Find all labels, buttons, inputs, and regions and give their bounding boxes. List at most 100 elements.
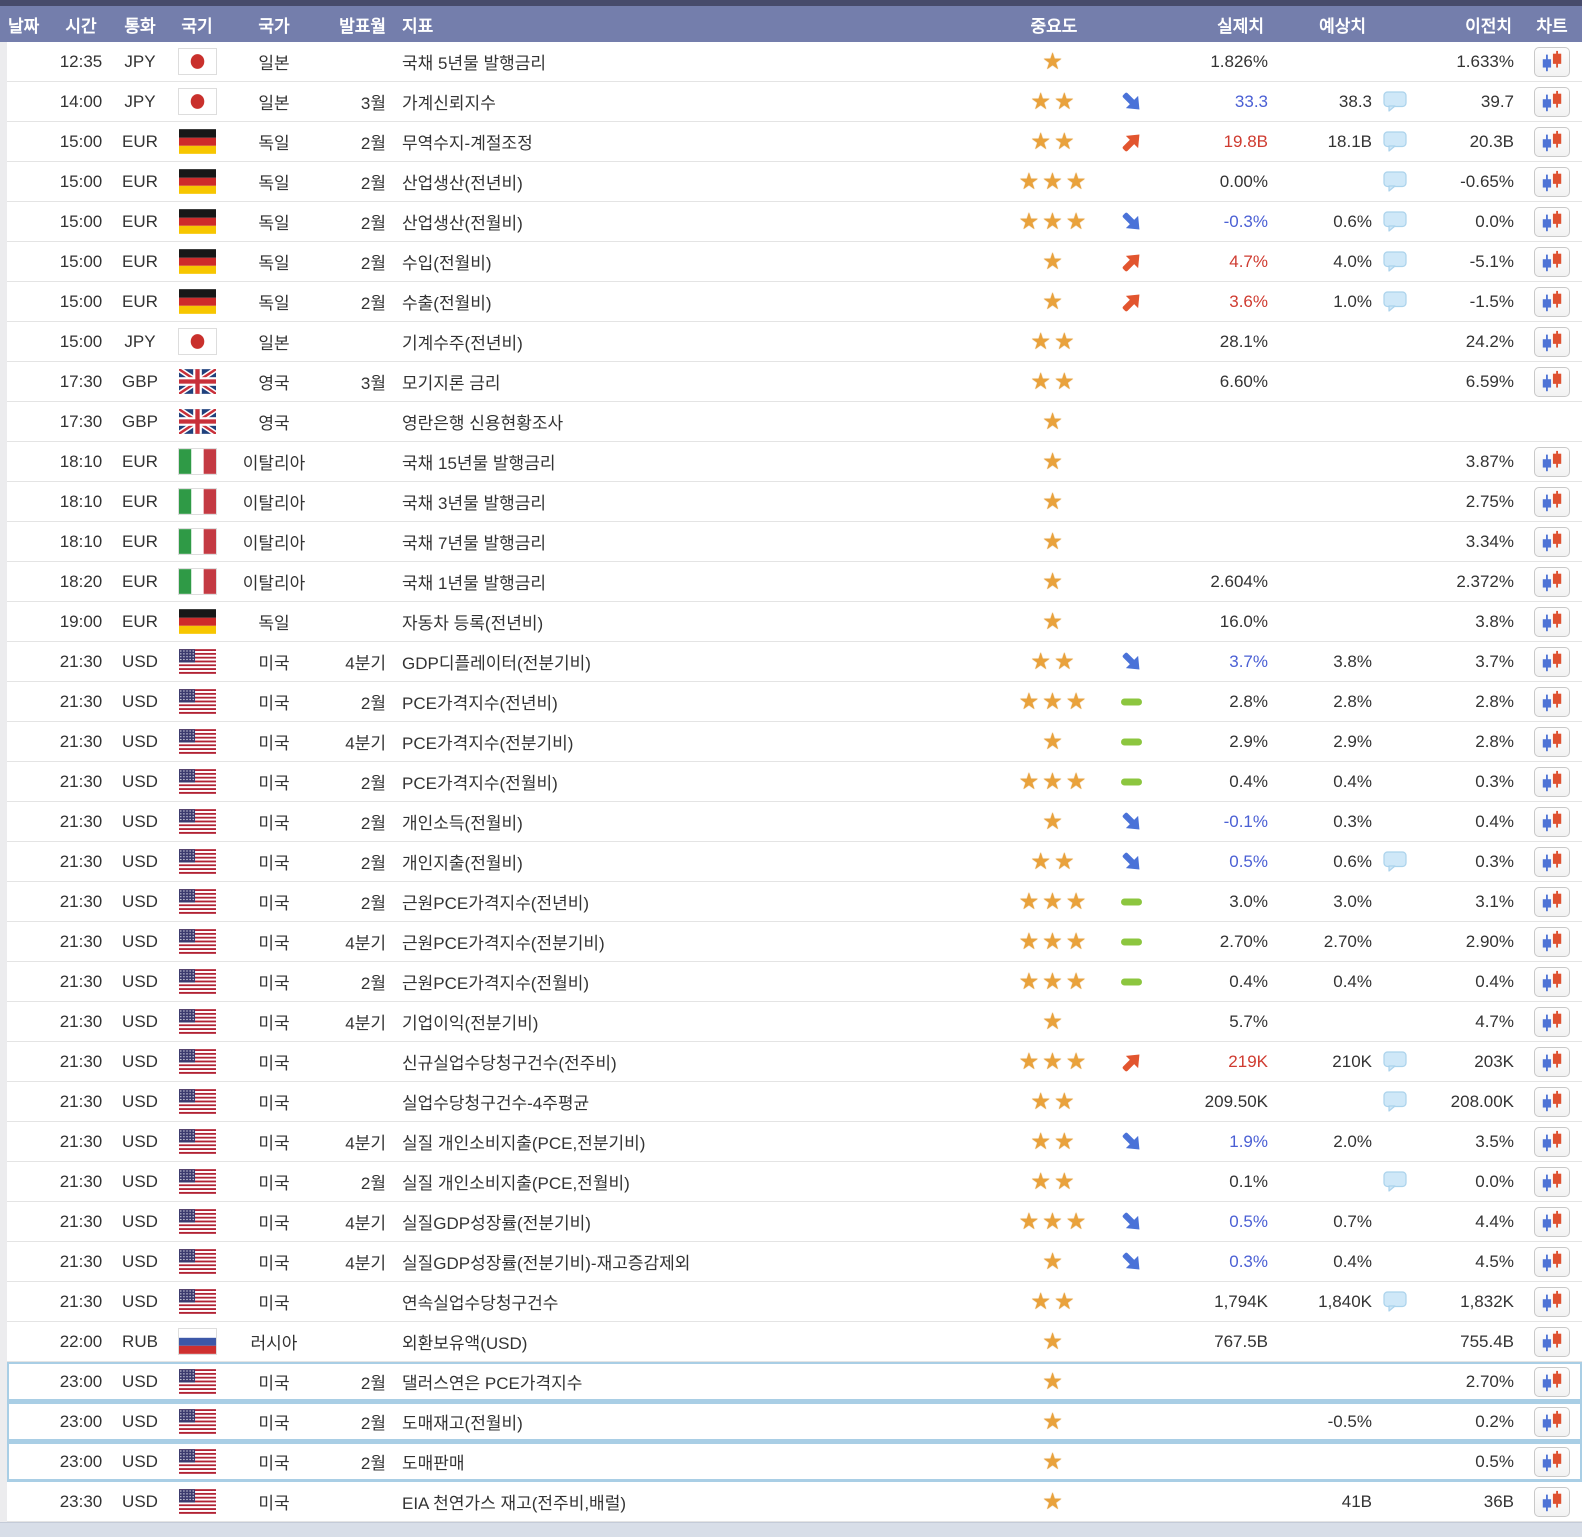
indicator-link[interactable]: 산업생산(전년비) [402,169,523,194]
event-row[interactable]: 21:30USD미국4분기근원PCE가격지수(전분기비)★★★2.70%2.70… [7,922,1582,962]
comment-bubble-icon[interactable] [1383,211,1408,232]
indicator-link[interactable]: 개인지출(전월비) [402,849,523,874]
indicator-link[interactable]: 근원PCE가격지수(전년비) [402,889,589,914]
indicator-link[interactable]: 수출(전월비) [402,289,492,314]
event-row[interactable]: 21:30USD미국4분기실질GDP성장률(전분기비)-재고증감제외★ 0.3%… [7,1242,1582,1282]
indicator-link[interactable]: 산업생산(전월비) [402,209,523,234]
event-row[interactable]: 23:00USD미국2월도매판매★0.5% [7,1442,1582,1482]
event-row[interactable]: 18:10EUR이탈리아국채 3년물 발행금리★2.75% [7,482,1582,522]
indicator-link[interactable]: 국채 5년물 발행금리 [402,49,546,74]
event-row[interactable]: 21:30USD미국2월PCE가격지수(전월비)★★★0.4%0.4%0.3% [7,762,1582,802]
chart-button[interactable] [1534,927,1570,957]
indicator-link[interactable]: EIA 천연가스 재고(전주비,배럴) [402,1489,626,1514]
indicator-link[interactable]: 모기지론 금리 [402,369,501,394]
indicator-link[interactable]: 실질 개인소비지출(PCE,전분기비) [402,1129,645,1154]
indicator-link[interactable]: 실질GDP성장률(전분기비)-재고증감제외 [402,1249,690,1274]
indicator-link[interactable]: PCE가격지수(전월비) [402,769,558,794]
event-row[interactable]: 21:30USD미국4분기실질GDP성장률(전분기비)★★★ 0.5%0.7%4… [7,1202,1582,1242]
event-row[interactable]: 15:00JPY일본기계수주(전년비)★★28.1%24.2% [7,322,1582,362]
chart-button[interactable] [1534,687,1570,717]
indicator-link[interactable]: 근원PCE가격지수(전월비) [402,969,589,994]
chart-button[interactable] [1534,367,1570,397]
chart-button[interactable] [1534,647,1570,677]
indicator-link[interactable]: 도매재고(전월비) [402,1409,523,1434]
comment-bubble-icon[interactable] [1383,1171,1408,1192]
chart-button[interactable] [1534,1407,1570,1437]
event-row[interactable]: 15:00EUR독일2월무역수지-계절조정★★ 19.8B18.1B 20.3B [7,122,1582,162]
indicator-link[interactable]: GDP디플레이터(전분기비) [402,649,591,674]
indicator-link[interactable]: 신규실업수당청구건수(전주비) [402,1049,617,1074]
event-row[interactable]: 21:30USD미국신규실업수당청구건수(전주비)★★★ 219K210K 20… [7,1042,1582,1082]
chart-button[interactable] [1534,847,1570,877]
chart-button[interactable] [1534,327,1570,357]
indicator-link[interactable]: PCE가격지수(전분기비) [402,729,573,754]
indicator-link[interactable]: 국채 1년물 발행금리 [402,569,546,594]
indicator-link[interactable]: 실질GDP성장률(전분기비) [402,1209,591,1234]
chart-button[interactable] [1534,47,1570,77]
event-row[interactable]: 21:30USD미국실업수당청구건수-4주평균★★209.50K 208.00K [7,1082,1582,1122]
event-row[interactable]: 12:35JPY일본국채 5년물 발행금리★1.826%1.633% [7,42,1582,82]
event-row[interactable]: 17:30GBP 영국영란은행 신용현황조사★ [7,402,1582,442]
chart-button[interactable] [1534,727,1570,757]
event-row[interactable]: 18:20EUR이탈리아국채 1년물 발행금리★2.604%2.372% [7,562,1582,602]
event-row[interactable]: 15:00EUR독일2월산업생산(전년비)★★★0.00% -0.65% [7,162,1582,202]
chart-button[interactable] [1534,207,1570,237]
chart-button[interactable] [1534,487,1570,517]
comment-bubble-icon[interactable] [1383,251,1408,272]
comment-bubble-icon[interactable] [1383,851,1408,872]
event-row[interactable]: 19:00EUR독일자동차 등록(전년비)★16.0%3.8% [7,602,1582,642]
comment-bubble-icon[interactable] [1383,91,1408,112]
indicator-link[interactable]: 실업수당청구건수-4주평균 [402,1089,589,1114]
chart-button[interactable] [1534,527,1570,557]
chart-button[interactable] [1534,767,1570,797]
event-row[interactable]: 15:00EUR독일2월수입(전월비)★ 4.7%4.0% -5.1% [7,242,1582,282]
event-row[interactable]: 21:30USD미국2월실질 개인소비지출(PCE,전월비)★★0.1% 0.0… [7,1162,1582,1202]
indicator-link[interactable]: 기업이익(전분기비) [402,1009,538,1034]
chart-button[interactable] [1534,1367,1570,1397]
chart-button[interactable] [1534,287,1570,317]
indicator-link[interactable]: 국채 7년물 발행금리 [402,529,546,554]
chart-button[interactable] [1534,1047,1570,1077]
event-row[interactable]: 21:30USD미국2월근원PCE가격지수(전년비)★★★3.0%3.0%3.1… [7,882,1582,922]
chart-button[interactable] [1534,447,1570,477]
comment-bubble-icon[interactable] [1383,291,1408,312]
chart-button[interactable] [1534,1487,1570,1517]
event-row[interactable]: 21:30USD미국2월개인지출(전월비)★★ 0.5%0.6% 0.3% [7,842,1582,882]
event-row[interactable]: 21:30USD미국4분기기업이익(전분기비)★5.7%4.7% [7,1002,1582,1042]
indicator-link[interactable]: PCE가격지수(전년비) [402,689,558,714]
event-row[interactable]: 18:10EUR이탈리아국채 15년물 발행금리★3.87% [7,442,1582,482]
event-row[interactable]: 21:30USD미국4분기GDP디플레이터(전분기비)★★ 3.7%3.8%3.… [7,642,1582,682]
chart-button[interactable] [1534,1127,1570,1157]
chart-button[interactable] [1534,967,1570,997]
event-row[interactable]: 15:00EUR독일2월산업생산(전월비)★★★ -0.3%0.6% 0.0% [7,202,1582,242]
indicator-link[interactable]: 무역수지-계절조정 [402,129,533,154]
chart-button[interactable] [1534,1087,1570,1117]
chart-button[interactable] [1534,1207,1570,1237]
indicator-link[interactable]: 국채 3년물 발행금리 [402,489,546,514]
event-row[interactable]: 21:30USD미국2월근원PCE가격지수(전월비)★★★0.4%0.4%0.4… [7,962,1582,1002]
indicator-link[interactable]: 자동차 등록(전년비) [402,609,543,634]
indicator-link[interactable]: 국채 15년물 발행금리 [402,449,555,474]
indicator-link[interactable]: 연속실업수당청구건수 [402,1289,558,1314]
chart-button[interactable] [1534,1287,1570,1317]
comment-bubble-icon[interactable] [1383,1291,1408,1312]
event-row[interactable]: 23:30USD미국EIA 천연가스 재고(전주비,배럴)★41B36B [7,1482,1582,1522]
comment-bubble-icon[interactable] [1383,1051,1408,1072]
event-row[interactable]: 23:00USD미국2월댈러스연은 PCE가격지수★2.70% [7,1362,1582,1402]
event-row[interactable]: 21:30USD미국4분기PCE가격지수(전분기비)★2.9%2.9%2.8% [7,722,1582,762]
chart-button[interactable] [1534,127,1570,157]
chart-button[interactable] [1534,1327,1570,1357]
indicator-link[interactable]: 외환보유액(USD) [402,1329,527,1354]
chart-button[interactable] [1534,1247,1570,1277]
event-row[interactable]: 21:30USD미국연속실업수당청구건수★★1,794K1,840K 1,832… [7,1282,1582,1322]
indicator-link[interactable]: 수입(전월비) [402,249,492,274]
chart-button[interactable] [1534,1447,1570,1477]
event-row[interactable]: 21:30USD미국2월PCE가격지수(전년비)★★★2.8%2.8%2.8% [7,682,1582,722]
indicator-link[interactable]: 근원PCE가격지수(전분기비) [402,929,605,954]
comment-bubble-icon[interactable] [1383,1091,1408,1112]
event-row[interactable]: 14:00JPY일본3월가계신뢰지수★★ 33.338.3 39.7 [7,82,1582,122]
chart-button[interactable] [1534,87,1570,117]
event-row[interactable]: 22:00RUB러시아외환보유액(USD)★767.5B755.4B [7,1322,1582,1362]
event-row[interactable]: 21:30USD미국4분기실질 개인소비지출(PCE,전분기비)★★ 1.9%2… [7,1122,1582,1162]
indicator-link[interactable]: 댈러스연은 PCE가격지수 [402,1369,582,1394]
